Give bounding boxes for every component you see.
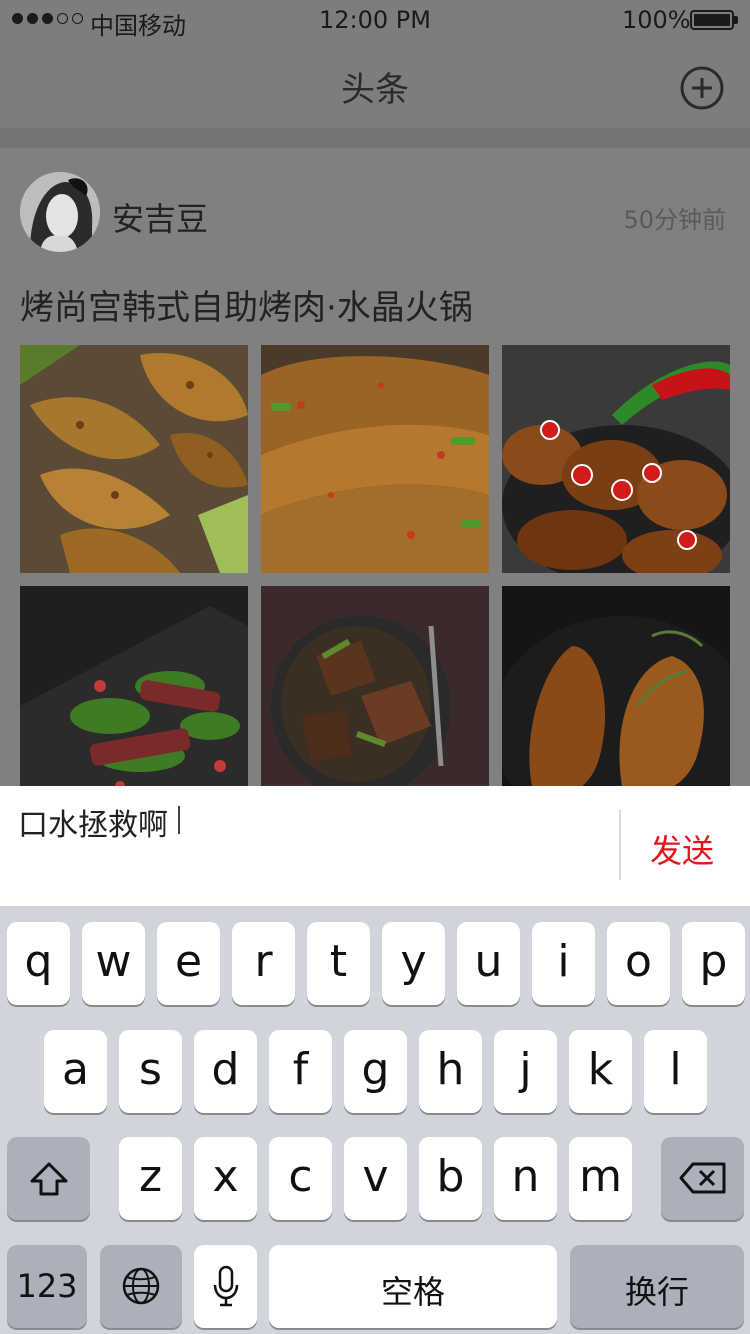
avatar[interactable] <box>20 172 100 252</box>
key-g[interactable]: g <box>344 1030 407 1113</box>
key-label: q <box>24 936 53 987</box>
composer-divider <box>619 810 621 880</box>
key-label: j <box>519 1044 532 1095</box>
key-label: s <box>139 1044 162 1095</box>
key-label: m <box>579 1151 622 1202</box>
key-u[interactable]: u <box>457 922 520 1005</box>
key-label: h <box>436 1044 465 1095</box>
key-y[interactable]: y <box>382 922 445 1005</box>
key-c[interactable]: c <box>269 1137 332 1220</box>
key-label: i <box>557 936 570 987</box>
key-label: 换行 <box>624 1273 689 1311</box>
section-divider <box>0 128 750 148</box>
author-name[interactable]: 安吉豆 <box>112 194 208 240</box>
key-label: t <box>329 936 348 987</box>
numbers-key[interactable]: 123 <box>7 1245 87 1328</box>
key-r[interactable]: r <box>232 922 295 1005</box>
photo-thumbnail-6[interactable] <box>502 586 730 786</box>
key-o[interactable]: o <box>607 922 670 1005</box>
photo-thumbnail-2[interactable] <box>261 345 489 573</box>
key-w[interactable]: w <box>82 922 145 1005</box>
photo-thumbnail-1[interactable] <box>20 345 248 573</box>
key-label: o <box>625 936 652 987</box>
key-l[interactable]: l <box>644 1030 707 1113</box>
shift-key[interactable] <box>7 1137 90 1220</box>
key-k[interactable]: k <box>569 1030 632 1113</box>
key-label: k <box>587 1044 614 1095</box>
battery-percent: 100% <box>622 6 691 34</box>
key-t[interactable]: t <box>307 922 370 1005</box>
key-x[interactable]: x <box>194 1137 257 1220</box>
battery-tip <box>734 16 738 24</box>
photo-thumbnail-5[interactable] <box>261 586 489 786</box>
space-key[interactable]: 空格 <box>269 1245 557 1328</box>
photo-thumbnail-3[interactable] <box>502 345 730 573</box>
globe-key[interactable] <box>100 1245 182 1328</box>
key-e[interactable]: e <box>157 922 220 1005</box>
key-label: 空格 <box>380 1273 445 1311</box>
microphone-icon <box>213 1265 238 1307</box>
page-title: 头条 <box>341 70 409 110</box>
key-j[interactable]: j <box>494 1030 557 1113</box>
battery-icon <box>690 10 734 30</box>
key-label: c <box>288 1151 313 1202</box>
key-label: f <box>292 1044 309 1095</box>
comment-input[interactable]: 口水拯救啊 <box>18 800 168 844</box>
key-m[interactable]: m <box>569 1137 632 1220</box>
key-label: v <box>362 1151 389 1202</box>
backspace-icon <box>679 1162 725 1194</box>
key-label: 123 <box>16 1267 78 1305</box>
add-button[interactable] <box>680 66 724 110</box>
send-button[interactable]: 发送 <box>630 826 734 872</box>
key-label: p <box>699 936 728 987</box>
key-h[interactable]: h <box>419 1030 482 1113</box>
key-d[interactable]: d <box>194 1030 257 1113</box>
dictation-key[interactable] <box>194 1245 257 1328</box>
key-i[interactable]: i <box>532 922 595 1005</box>
key-z[interactable]: z <box>119 1137 182 1220</box>
key-label: y <box>400 936 427 987</box>
key-label: a <box>62 1044 89 1095</box>
plus-circle-icon <box>680 66 724 110</box>
key-label: g <box>361 1044 390 1095</box>
return-key[interactable]: 换行 <box>570 1245 744 1328</box>
key-b[interactable]: b <box>419 1137 482 1220</box>
key-label: u <box>474 936 503 987</box>
key-label: z <box>138 1151 163 1202</box>
key-f[interactable]: f <box>269 1030 332 1113</box>
post-title[interactable]: 烤尚宫韩式自助烤肉·水晶火锅 <box>20 280 473 329</box>
key-label: r <box>254 936 273 987</box>
avatar-portrait-icon <box>20 172 100 252</box>
status-bar: 中国移动 12:00 PM 100% <box>0 0 750 40</box>
text-cursor <box>178 806 180 834</box>
key-label: x <box>212 1151 239 1202</box>
key-n[interactable]: n <box>494 1137 557 1220</box>
photo-thumbnail-4[interactable] <box>20 586 248 786</box>
key-label: d <box>211 1044 240 1095</box>
key-a[interactable]: a <box>44 1030 107 1113</box>
key-s[interactable]: s <box>119 1030 182 1113</box>
key-label: w <box>95 936 132 987</box>
post-timestamp: 50分钟前 <box>623 206 726 234</box>
shift-arrow-icon <box>30 1162 67 1196</box>
key-label: l <box>669 1044 682 1095</box>
key-label: n <box>511 1151 540 1202</box>
key-label: e <box>174 936 203 987</box>
key-v[interactable]: v <box>344 1137 407 1220</box>
key-q[interactable]: q <box>7 922 70 1005</box>
key-label: b <box>436 1151 465 1202</box>
key-p[interactable]: p <box>682 922 745 1005</box>
globe-icon <box>122 1267 160 1305</box>
delete-key[interactable] <box>661 1137 744 1220</box>
keyboard: q w e r t y u i o p a s d f g h j k l z … <box>0 906 750 1334</box>
